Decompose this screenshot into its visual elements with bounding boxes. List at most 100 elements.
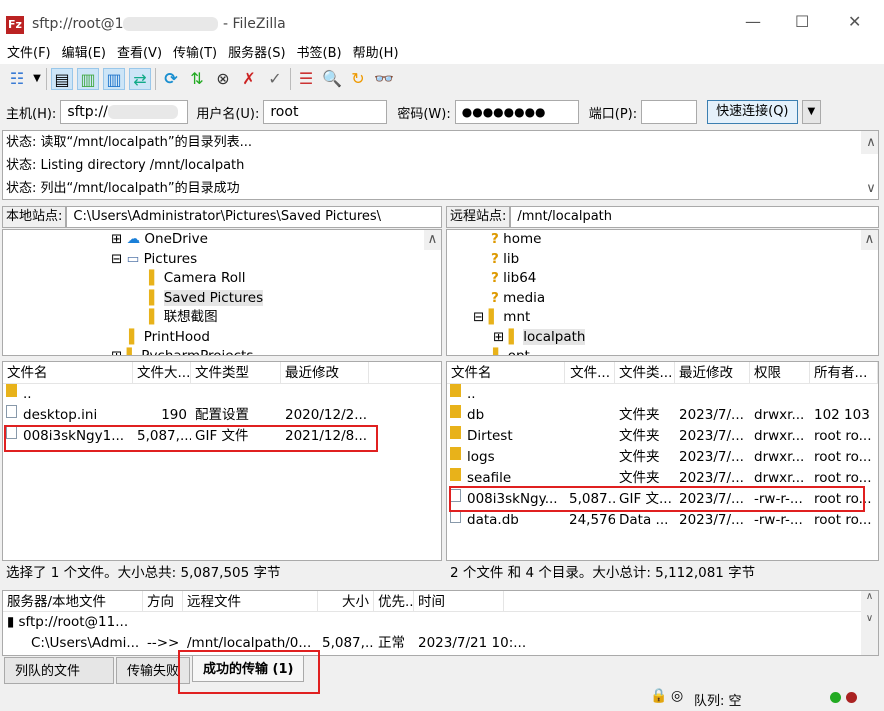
- separator: [155, 68, 156, 90]
- folder-icon: [450, 447, 461, 460]
- refresh-icon[interactable]: ⟳: [160, 68, 182, 90]
- redacted: [123, 17, 219, 31]
- col-type[interactable]: 文件类型: [191, 362, 281, 383]
- col-modified[interactable]: 最近修改: [281, 362, 369, 383]
- tree-item[interactable]: ▌ Camera Roll: [3, 269, 441, 289]
- col-type[interactable]: 文件类...: [615, 362, 675, 383]
- toggle-log-icon[interactable]: ▤: [51, 68, 73, 90]
- col-local[interactable]: 服务器/本地文件: [3, 591, 143, 611]
- folder-icon: [450, 405, 461, 418]
- tree-item[interactable]: ⊞ ☁ OneDrive: [3, 230, 441, 250]
- file-row[interactable]: db 文件夹 2023/7/... drwxr... 102 103: [447, 405, 878, 426]
- receive-indicator-icon: [830, 692, 841, 703]
- remote-site-label: 远程站点:: [446, 206, 511, 228]
- tree-item[interactable]: ? home: [447, 230, 878, 250]
- col-owner[interactable]: 所有者...: [810, 362, 878, 383]
- tree-item[interactable]: ⊞ ▌ localpath: [447, 328, 878, 348]
- menu-transfer[interactable]: 传输(T): [169, 44, 221, 64]
- file-row[interactable]: logs 文件夹 2023/7/... drwxr... root ro...: [447, 447, 878, 468]
- tree-item[interactable]: ▌ opt: [447, 347, 878, 355]
- remote-status: 2 个文件 和 4 个目录。大小总计: 5,112,081 字节: [450, 565, 756, 581]
- highlight-box: [4, 425, 378, 452]
- process-queue-icon[interactable]: ⇅: [186, 68, 208, 90]
- queue-server-row[interactable]: ▮ sftp://root@11...: [3, 612, 878, 633]
- menu-view[interactable]: 查看(V): [113, 44, 166, 64]
- tree-item[interactable]: ⊟ ▌ mnt: [447, 308, 878, 328]
- local-path-input[interactable]: C:\Users\Administrator\Pictures\Saved Pi…: [66, 206, 442, 228]
- host-input[interactable]: sftp://: [60, 100, 189, 124]
- toggle-local-tree-icon[interactable]: ▥: [77, 68, 99, 90]
- tree-item[interactable]: ? lib: [447, 250, 878, 270]
- highlight-box: [178, 650, 320, 694]
- separator: [290, 68, 291, 90]
- password-label: 密码(W):: [397, 106, 451, 122]
- cancel-icon[interactable]: ⊗: [212, 68, 234, 90]
- port-input[interactable]: [641, 100, 698, 124]
- maximize-button[interactable]: ☐: [795, 12, 809, 31]
- user-label: 用户名(U):: [196, 106, 260, 122]
- queue-row[interactable]: C:\Users\Admi... -->>/mnt/localpath/0... 5…: [3, 633, 878, 654]
- log-line: 状态: 读取“/mnt/localpath”的目录列表...: [6, 135, 253, 150]
- dropdown-arrow-icon[interactable]: ▼: [32, 68, 42, 90]
- menu-help[interactable]: 帮助(H): [349, 44, 403, 64]
- log-scrollbar[interactable]: ∧ ∨: [861, 131, 878, 196]
- local-site-bar: 本地站点: C:\Users\Administrator\Pictures\Sa…: [2, 206, 442, 228]
- sync-browse-icon[interactable]: ⇄: [129, 68, 151, 90]
- site-manager-icon[interactable]: ☷: [6, 68, 28, 90]
- search-icon[interactable]: 🔍: [321, 68, 343, 90]
- file-row[interactable]: ..: [3, 384, 441, 405]
- file-row[interactable]: Dirtest 文件夹 2023/7/... drwxr... root ro...: [447, 426, 878, 447]
- minimize-button[interactable]: —: [745, 12, 761, 31]
- file-row[interactable]: desktop.ini 190 配置设置 2020/12/2...: [3, 405, 441, 426]
- tree-item[interactable]: ⊟ ▭ Pictures: [3, 250, 441, 270]
- queue-header: 服务器/本地文件 方向 远程文件 大小 优先... 时间: [3, 591, 878, 612]
- col-time[interactable]: 时间: [414, 591, 504, 611]
- col-modified[interactable]: 最近修改: [675, 362, 750, 383]
- tree-item[interactable]: ⊞ ▌ PycharmProjects: [3, 347, 441, 355]
- close-button[interactable]: ✕: [848, 12, 861, 31]
- send-indicator-icon: [846, 692, 857, 703]
- binoculars-icon[interactable]: 👓: [373, 68, 395, 90]
- queue-view-icon[interactable]: ☰: [295, 68, 317, 90]
- tree-item[interactable]: ▌ PrintHood: [3, 328, 441, 348]
- username-input[interactable]: root: [263, 100, 388, 124]
- menu-server[interactable]: 服务器(S): [224, 44, 289, 64]
- speed-limit-icon[interactable]: ◎: [671, 688, 683, 704]
- menu-edit[interactable]: 编辑(E): [58, 44, 110, 64]
- tree-item[interactable]: ▌ Saved Pictures: [3, 289, 441, 309]
- quickconnect-button[interactable]: 快速连接(Q): [707, 100, 798, 124]
- col-priority[interactable]: 优先...: [374, 591, 414, 611]
- col-direction[interactable]: 方向: [143, 591, 183, 611]
- file-row[interactable]: data.db 24,576 Data ... 2023/7/... -rw-r-...…: [447, 510, 878, 531]
- log-line: 状态: 列出“/mnt/localpath”的目录成功: [6, 181, 240, 196]
- queue-scrollbar[interactable]: ∧ ∨: [861, 591, 878, 655]
- file-row[interactable]: ..: [447, 384, 878, 405]
- reconnect-icon[interactable]: ✓: [264, 68, 286, 90]
- col-size[interactable]: 文件大...: [133, 362, 191, 383]
- password-input[interactable]: ●●●●●●●●: [454, 100, 579, 124]
- local-tree-scrollbar[interactable]: ∧: [424, 230, 441, 250]
- tree-item[interactable]: ▌ 联想截图: [3, 308, 441, 328]
- menu-file[interactable]: 文件(F): [3, 44, 55, 64]
- compare-icon[interactable]: ↻: [347, 68, 369, 90]
- remote-path-input[interactable]: /mnt/localpath: [510, 206, 879, 228]
- remote-tree-scrollbar[interactable]: ∧: [861, 230, 878, 250]
- tab-queued[interactable]: 列队的文件: [4, 657, 114, 684]
- local-site-label: 本地站点:: [2, 206, 67, 228]
- quickconnect-dropdown[interactable]: ▼: [801, 100, 822, 124]
- menu-bookmarks[interactable]: 书签(B): [293, 44, 346, 64]
- tree-item[interactable]: ? lib64: [447, 269, 878, 289]
- folder-icon: [6, 384, 17, 397]
- col-permissions[interactable]: 权限: [750, 362, 810, 383]
- file-icon: [6, 405, 17, 418]
- local-status: 选择了 1 个文件。大小总共: 5,087,505 字节: [6, 565, 281, 581]
- col-remote[interactable]: 远程文件: [183, 591, 318, 611]
- col-filename[interactable]: 文件名: [3, 362, 133, 383]
- tree-item[interactable]: ? media: [447, 289, 878, 309]
- toggle-remote-tree-icon[interactable]: ▥: [103, 68, 125, 90]
- col-size[interactable]: 文件...: [565, 362, 615, 383]
- col-filename[interactable]: 文件名: [447, 362, 565, 383]
- col-size[interactable]: 大小: [318, 591, 374, 611]
- host-label: 主机(H):: [6, 106, 57, 122]
- disconnect-icon[interactable]: ✗: [238, 68, 260, 90]
